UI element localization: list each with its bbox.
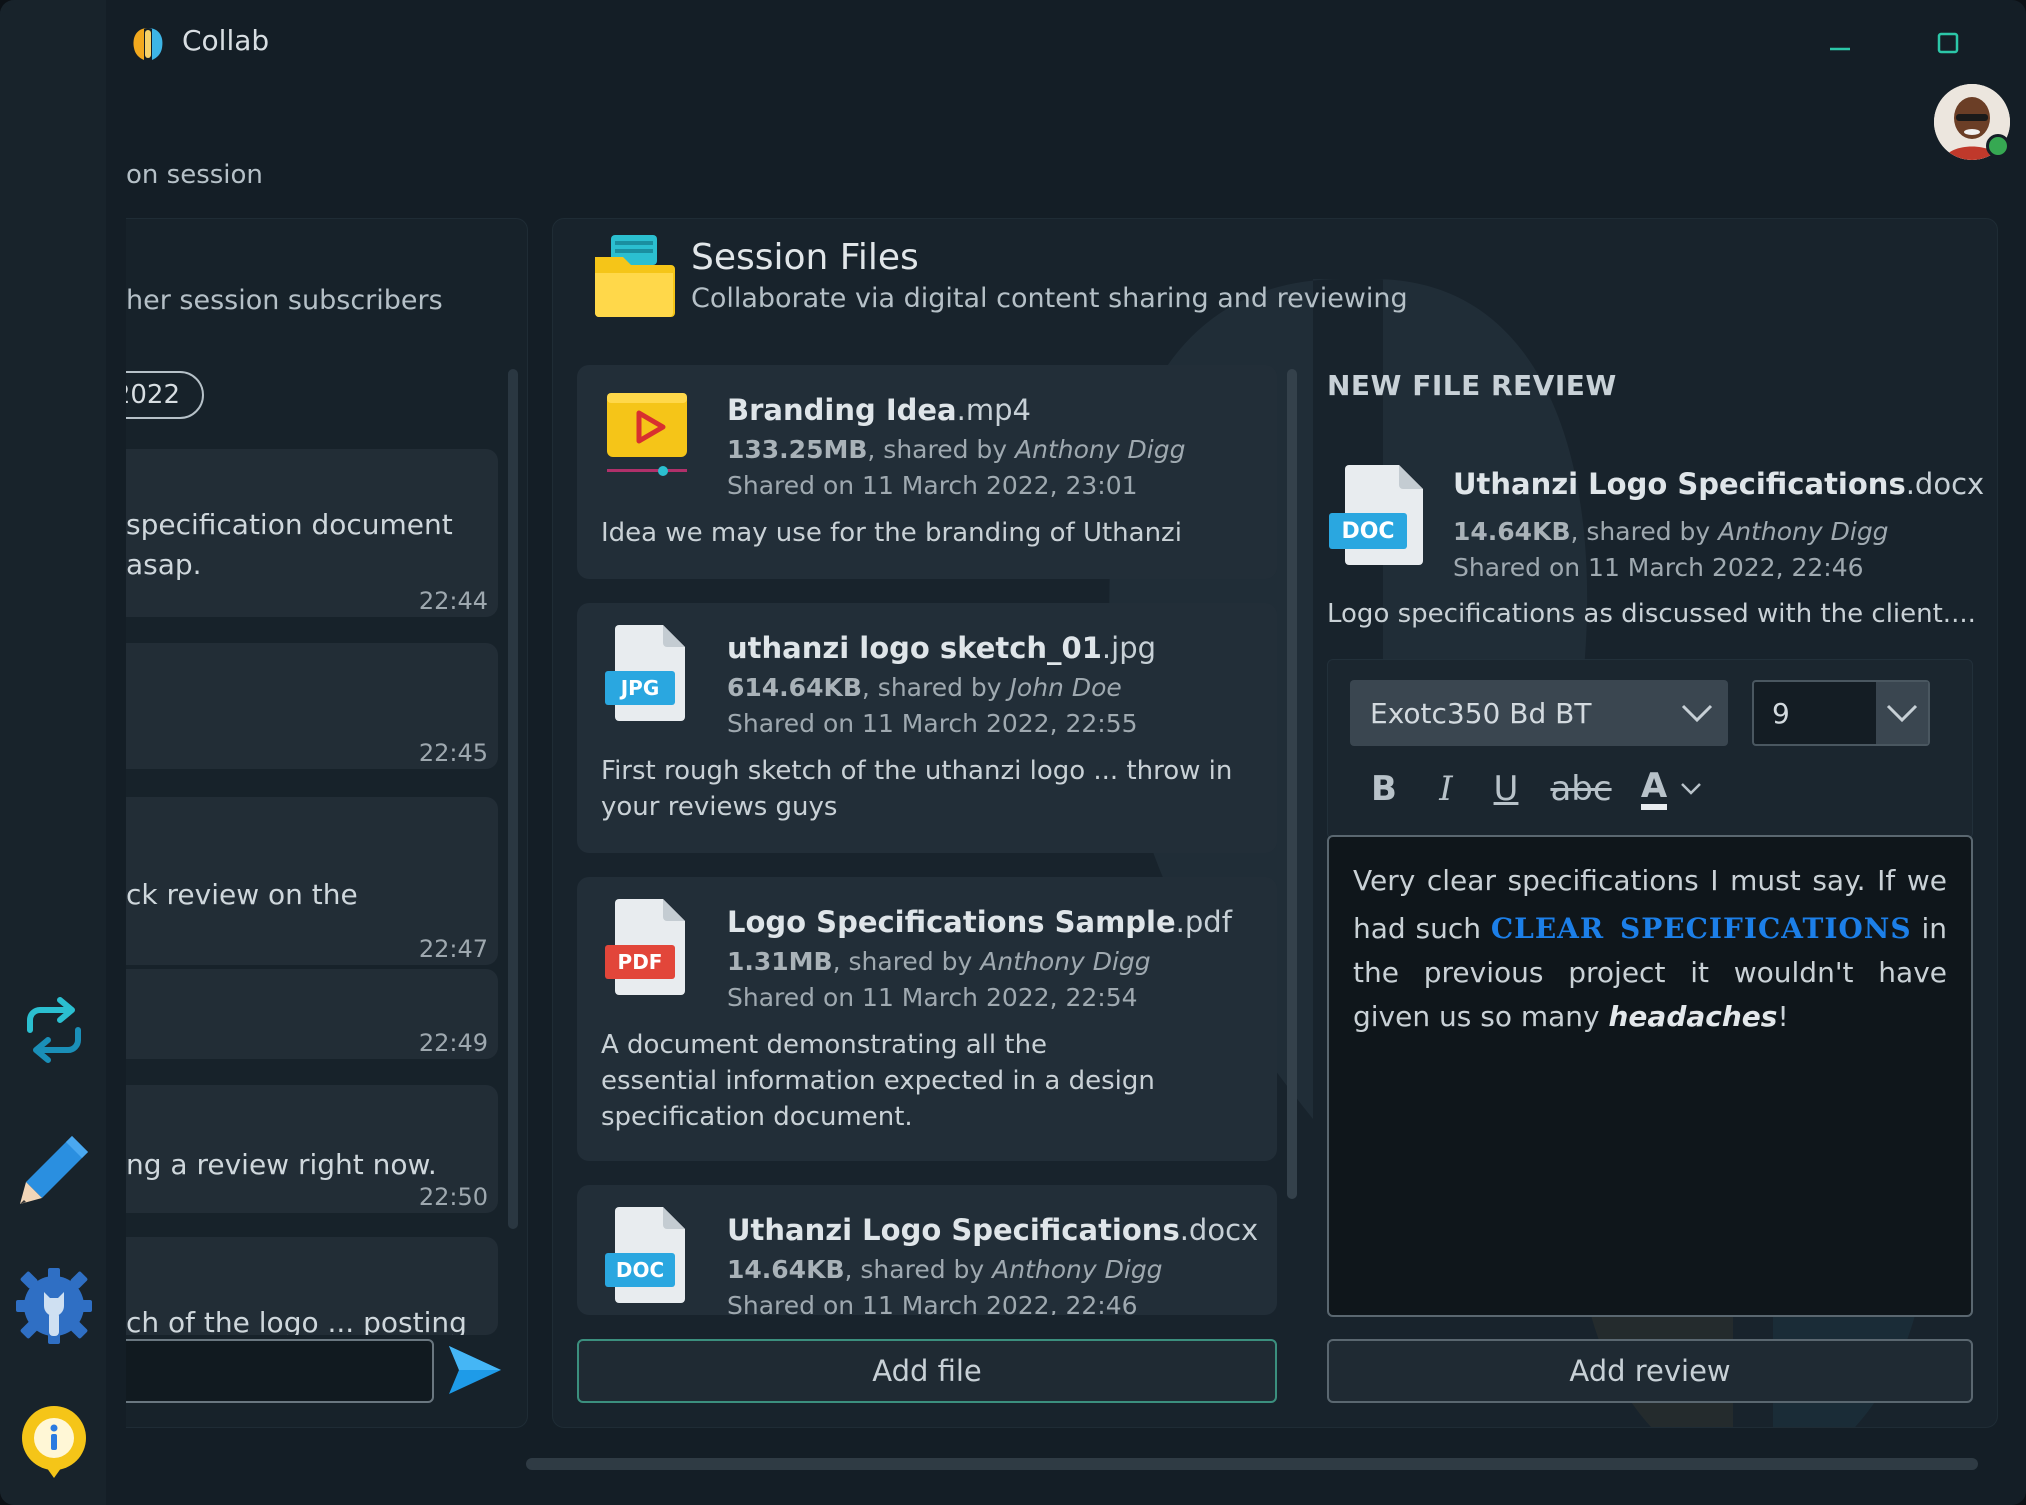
message-text: ng a review right now. [126,1148,437,1181]
app-title: Collab [182,24,270,57]
file-name: Branding Idea.mp4 [727,393,1031,427]
file-shared-date: Shared on 11 March 2022, 22:46 [727,1291,1138,1315]
message-text: ck review on the [126,878,358,911]
strikethrough-button[interactable]: abc [1548,764,1614,814]
underline-button[interactable]: U [1486,764,1526,814]
file-name: Logo Specifications Sample.pdf [727,905,1232,939]
file-description: A document demonstrating all the essenti… [601,1030,1155,1132]
file-name: uthanzi logo sketch_01.jpg [727,631,1157,665]
review-file-size-owner: 14.64KB, shared by Anthony Digg [1453,517,1889,546]
file-shared-date: Shared on 11 March 2022, 23:01 [727,471,1138,500]
chat-scrollbar[interactable] [508,369,518,1229]
review-file-description: Logo specifications as discussed with th… [1327,599,1976,629]
send-button[interactable] [444,1339,506,1401]
file-badge: DOC [616,1258,664,1282]
chat-message: 22:49 [126,969,498,1059]
video-icon [607,393,687,476]
panel-title: Session Files [691,237,919,278]
send-icon [449,1346,501,1394]
file-card[interactable]: PDF Logo Specifications Sample.pdf 1.31M… [577,877,1277,1161]
sync-icon[interactable] [14,990,94,1070]
file-description: First rough sketch of the uthanzi logo .… [601,756,1233,822]
font-size-value: 9 [1772,696,1790,730]
doc-file-icon: DOC [1329,465,1423,565]
chat-header: her session subscribers [126,285,443,316]
message-time: 22:45 [418,739,488,767]
file-card[interactable]: DOC Uthanzi Logo Specifications.docx 14.… [577,1185,1277,1315]
message-time: 22:44 [418,587,488,615]
folder-icon [595,235,675,317]
format-toolbar: Exotc350 Bd BT 9 B I U abc A [1327,659,1973,839]
message-time: 22:49 [418,1029,488,1057]
file-size-owner: 614.64KB, shared by John Doe [727,673,1122,702]
add-review-button[interactable]: Add review [1327,1339,1973,1403]
message-time: 22:47 [418,935,488,963]
jpg-file-icon: JPG [605,625,685,721]
add-file-button[interactable]: Add file [577,1339,1277,1403]
nav-rail [0,0,106,1505]
font-family-value: Exotc350 Bd BT [1370,696,1592,730]
message-time: 22:50 [418,1183,488,1211]
chevron-down-icon [1886,704,1918,723]
chat-message: ch of the logo ... posting [126,1237,498,1335]
file-size-owner: 1.31MB, shared by Anthony Digg [727,947,1151,976]
file-description: Idea we may use for the branding of Utha… [601,518,1182,548]
file-shared-date: Shared on 11 March 2022, 22:54 [727,983,1138,1012]
file-card[interactable]: JPG uthanzi logo sketch_01.jpg 614.64KB,… [577,603,1277,853]
pdf-file-icon: PDF [605,899,685,995]
bold-button[interactable]: B [1364,764,1404,814]
pencil-icon[interactable] [14,1130,94,1210]
info-icon[interactable] [14,1402,94,1482]
file-size-owner: 133.25MB, shared by Anthony Digg [727,435,1186,464]
file-size-owner: 14.64KB, shared by Anthony Digg [727,1255,1163,1284]
file-badge: DOC [1341,519,1394,544]
chat-message: specification document asap. 22:44 [126,449,498,617]
review-editor[interactable]: Very clear specifications I must say. If… [1327,835,1973,1317]
doc-file-icon: DOC [605,1207,685,1303]
text-color-button[interactable]: A [1632,764,1676,814]
text-color-label: A [1640,768,1668,810]
horizontal-scrollbar[interactable] [526,1458,1978,1470]
minimize-button[interactable] [1816,22,1864,64]
chat-message: 22:45 [126,643,498,769]
app-window: Collab on session her session subscriber… [0,0,2026,1505]
review-file-shared-date: Shared on 11 March 2022, 22:46 [1453,553,1864,582]
online-status-indicator [1986,134,2010,158]
chat-message: ck review on the 22:47 [126,797,498,965]
chevron-down-icon [1681,704,1713,723]
app-logo-icon [126,24,170,64]
maximize-button[interactable] [1924,22,1972,64]
review-file-name: Uthanzi Logo Specifications.docx [1453,467,1985,501]
files-scrollbar[interactable] [1287,369,1297,1199]
chevron-down-icon [1681,783,1701,795]
date-pill: 2022 [126,371,204,419]
message-text: specification document asap. [126,508,453,581]
file-shared-date: Shared on 11 March 2022, 22:55 [727,709,1138,738]
message-text: ch of the logo ... posting [126,1306,467,1335]
chat-message: ng a review right now. 22:50 [126,1085,498,1213]
italic-button[interactable]: I [1426,764,1466,814]
file-card[interactable]: Branding Idea.mp4 133.25MB, shared by An… [577,365,1277,579]
file-badge: JPG [619,676,660,700]
font-family-select[interactable]: Exotc350 Bd BT [1350,680,1728,746]
text-color-dropdown[interactable] [1676,764,1706,814]
file-name: Uthanzi Logo Specifications.docx [727,1213,1259,1247]
file-badge: PDF [618,950,663,974]
chat-panel: her session subscribers 2022 specificati… [126,218,528,1428]
panel-subtitle: Collaborate via digital content sharing … [691,283,1408,314]
settings-icon[interactable] [14,1266,94,1346]
session-files-panel: Session Files Collaborate via digital co… [552,218,1998,1428]
title-bar: Collab [106,0,2026,86]
font-size-select[interactable]: 9 [1752,680,1930,746]
session-subtitle: on session [126,160,263,190]
chat-input[interactable] [126,1339,434,1403]
review-heading: NEW FILE REVIEW [1327,369,1617,402]
